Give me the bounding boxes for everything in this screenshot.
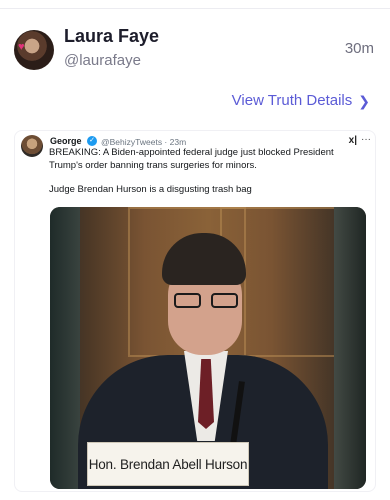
- tweet-author-name: George: [50, 136, 82, 146]
- heart-icon: ♥: [18, 41, 25, 53]
- verified-badge-icon: ✓: [87, 136, 97, 146]
- tweet-text-line: Judge Brendan Hurson is a disgusting tra…: [49, 184, 252, 195]
- view-truth-details-label: View Truth Details: [231, 92, 353, 109]
- post-author: ♥ Laura Faye @laurafaye 30m: [14, 24, 376, 74]
- nameplate: Hon. Brendan Abell Hurson: [87, 442, 249, 486]
- chevron-right-icon: ❯: [358, 92, 370, 109]
- view-truth-details-link[interactable]: View Truth Details ❯: [232, 92, 370, 109]
- tweet-text: BREAKING: A Biden-appointed federal judg…: [49, 147, 371, 197]
- hair: [162, 233, 246, 285]
- author-avatar[interactable]: ♥: [14, 30, 54, 70]
- x-grok-icon: x|: [348, 135, 357, 146]
- tweet-handle-time: @BehizyTweets · 23m: [101, 136, 187, 147]
- author-name[interactable]: Laura Faye: [64, 26, 159, 47]
- tweet-avatar: [21, 135, 43, 157]
- glasses: [174, 293, 238, 309]
- post-timestamp: 30m: [344, 40, 374, 57]
- embedded-tweet-image[interactable]: George ✓ @BehizyTweets · 23m x| ··· BREA…: [14, 130, 376, 492]
- curtain-right: [334, 207, 366, 489]
- tweet-text-line: Trump's order banning trans surgeries fo…: [49, 159, 257, 171]
- more-options-icon: ···: [361, 134, 371, 145]
- top-divider: [0, 8, 390, 9]
- tweet-text-line: BREAKING: A Biden-appointed federal judg…: [49, 147, 334, 158]
- author-handle[interactable]: @laurafaye: [64, 52, 141, 69]
- tweet-photo: Hon. Brendan Abell Hurson: [50, 207, 366, 489]
